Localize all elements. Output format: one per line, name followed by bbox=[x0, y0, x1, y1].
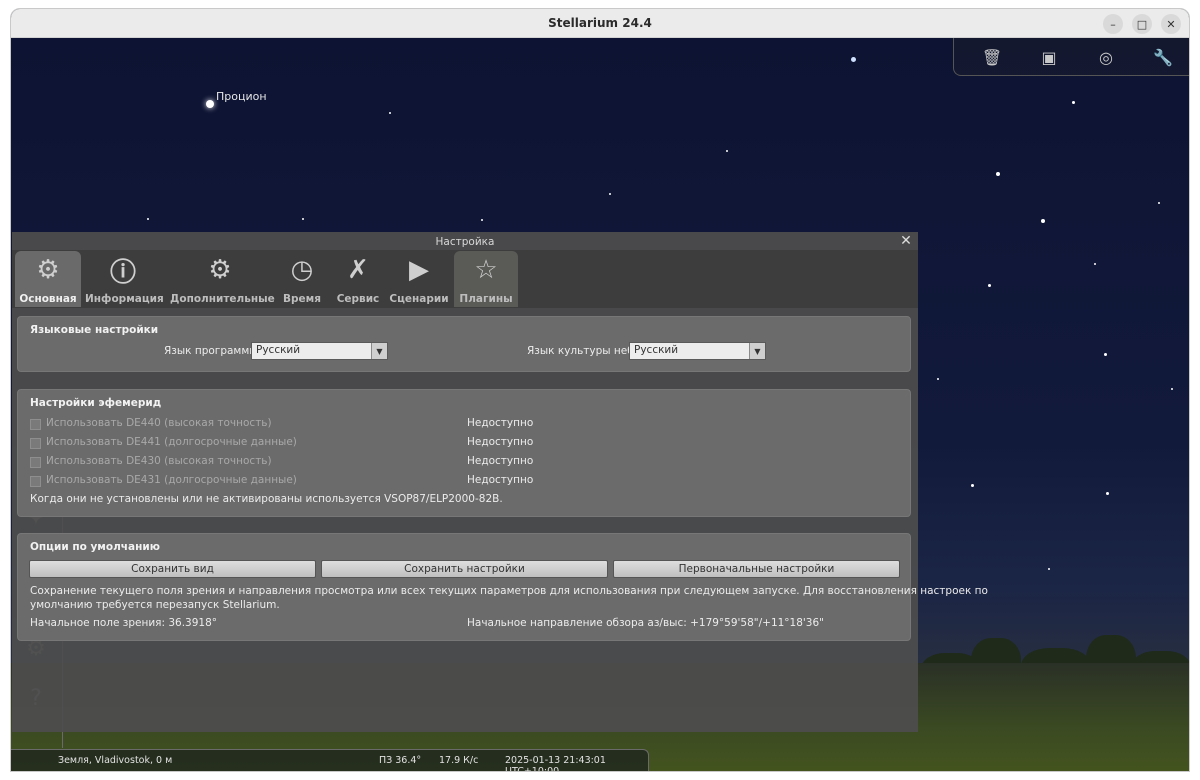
save-settings-button[interactable]: Сохранить настройки bbox=[321, 560, 608, 578]
datetime-status[interactable]: 2025-01-13 21:43:01 UTC+10:00 bbox=[505, 755, 648, 771]
status-bar: Земля, Vladivostok, 0 м ПЗ 36.4° 17.9 К/… bbox=[11, 749, 649, 771]
ephemeris-section-title: Настройки эфемерид bbox=[30, 397, 162, 409]
tab-info[interactable]: ⓘ Информация bbox=[85, 251, 164, 307]
title-bar: Stellarium 24.4 – □ ✕ bbox=[11, 9, 1189, 38]
program-language-value: Русский bbox=[256, 344, 301, 356]
star bbox=[389, 112, 391, 114]
star bbox=[937, 378, 939, 380]
wrench-icon[interactable]: 🔧 bbox=[1153, 47, 1173, 67]
play-icon: ▶ bbox=[409, 255, 429, 285]
restore-defaults-button[interactable]: Первоначальные настройки bbox=[613, 560, 900, 578]
tab-main[interactable]: ⚙ Основная bbox=[15, 251, 81, 307]
sky-language-select[interactable]: Русский ▼ bbox=[629, 342, 766, 360]
initial-direction-label: Начальное направление обзора аз/выс: +17… bbox=[467, 617, 824, 629]
star bbox=[1158, 202, 1160, 204]
star-procyon[interactable] bbox=[206, 100, 214, 108]
language-section: Языковые настройки Язык программы Русски… bbox=[17, 316, 911, 372]
sky-language-label: Язык культуры неба bbox=[527, 345, 641, 357]
fov-status[interactable]: ПЗ 36.4° bbox=[379, 755, 421, 766]
window-icon[interactable]: ▣ bbox=[1039, 47, 1059, 67]
sky-language-value: Русский bbox=[634, 344, 679, 356]
star bbox=[1094, 263, 1096, 265]
star bbox=[726, 150, 728, 152]
program-language-label: Язык программы bbox=[164, 345, 258, 357]
star-label-procyon: Процион bbox=[216, 90, 267, 103]
clock-icon: ◷ bbox=[290, 255, 314, 285]
window-title: Stellarium 24.4 bbox=[548, 16, 652, 30]
location-status[interactable]: Земля, Vladivostok, 0 м bbox=[58, 755, 172, 766]
ephemeris-section: Настройки эфемерид Использовать DE440 (в… bbox=[17, 389, 911, 517]
tab-scripts[interactable]: ▶ Сценарии bbox=[388, 251, 450, 307]
de431-status: Недоступно bbox=[467, 474, 534, 486]
de441-status: Недоступно bbox=[467, 436, 534, 448]
star bbox=[1041, 219, 1045, 223]
de441-label: Использовать DE441 (долгосрочные данные) bbox=[46, 436, 297, 448]
info-icon: ⓘ bbox=[109, 257, 136, 288]
top-right-toolbar: 🗑 ▣ ◎ 🔧 bbox=[953, 38, 1189, 76]
defaults-section-title: Опции по умолчанию bbox=[30, 541, 160, 553]
language-section-title: Языковые настройки bbox=[30, 324, 159, 336]
defaults-description-line2: умолчанию требуется перезапуск Stellariu… bbox=[30, 599, 280, 611]
extras-icon: ⚙ bbox=[208, 255, 232, 285]
star bbox=[988, 284, 991, 287]
settings-tabs: ⚙ Основная ⓘ Информация ⚙ Дополнительные… bbox=[12, 250, 918, 308]
maximize-button[interactable]: □ bbox=[1132, 14, 1152, 34]
de430-label: Использовать DE430 (высокая точность) bbox=[46, 455, 272, 467]
plugin-icon: ☆ bbox=[474, 255, 498, 285]
save-view-button[interactable]: Сохранить вид bbox=[29, 560, 316, 578]
star bbox=[1104, 353, 1107, 356]
program-language-select[interactable]: Русский ▼ bbox=[251, 342, 388, 360]
gear-icon: ⚙ bbox=[36, 255, 60, 285]
tab-extras[interactable]: ⚙ Дополнительные bbox=[170, 251, 275, 307]
trash-icon[interactable]: 🗑 bbox=[982, 47, 1002, 67]
app-window: Stellarium 24.4 – □ ✕ Процион 🗑 ▣ ◎ 🔧 На… bbox=[10, 8, 1190, 772]
settings-dialog: Настройка ✕ ⚙ Основная ⓘ Информация ⚙ До… bbox=[12, 232, 988, 732]
star bbox=[851, 57, 856, 62]
dialog-title: Настройка bbox=[435, 236, 495, 248]
star bbox=[1171, 388, 1173, 390]
minimize-button[interactable]: – bbox=[1103, 14, 1123, 34]
tab-time[interactable]: ◷ Время bbox=[277, 251, 327, 307]
star bbox=[971, 484, 974, 487]
star bbox=[302, 218, 304, 220]
star bbox=[1106, 492, 1109, 495]
tab-plugins[interactable]: ☆ Плагины bbox=[454, 251, 518, 307]
star bbox=[1072, 101, 1075, 104]
tools-icon: ✗ bbox=[347, 255, 369, 285]
star bbox=[1048, 568, 1050, 570]
fps-status: 17.9 К/с bbox=[439, 755, 479, 766]
de430-checkbox[interactable] bbox=[30, 457, 41, 468]
star bbox=[147, 218, 149, 220]
initial-fov-label: Начальное поле зрения: 36.3918° bbox=[30, 617, 218, 629]
dialog-close-icon[interactable]: ✕ bbox=[898, 233, 914, 249]
tab-tools[interactable]: ✗ Сервис bbox=[334, 251, 382, 307]
de430-status: Недоступно bbox=[467, 455, 534, 467]
chevron-down-icon: ▼ bbox=[371, 343, 387, 359]
de440-label: Использовать DE440 (высокая точность) bbox=[46, 417, 272, 429]
ephemeris-note: Когда они не установлены или не активиро… bbox=[30, 493, 503, 505]
chevron-down-icon: ▼ bbox=[749, 343, 765, 359]
target-icon[interactable]: ◎ bbox=[1096, 47, 1116, 67]
de431-label: Использовать DE431 (долгосрочные данные) bbox=[46, 474, 297, 486]
defaults-description-line1: Сохранение текущего поля зрения и направ… bbox=[30, 585, 988, 597]
de431-checkbox[interactable] bbox=[30, 476, 41, 487]
close-window-button[interactable]: ✕ bbox=[1161, 14, 1181, 34]
star bbox=[609, 193, 611, 195]
de440-status: Недоступно bbox=[467, 417, 534, 429]
defaults-section: Опции по умолчанию Сохранить вид Сохрани… bbox=[17, 533, 988, 641]
de441-checkbox[interactable] bbox=[30, 438, 41, 449]
star bbox=[481, 219, 483, 221]
star bbox=[996, 172, 1000, 176]
de440-checkbox[interactable] bbox=[30, 419, 41, 430]
